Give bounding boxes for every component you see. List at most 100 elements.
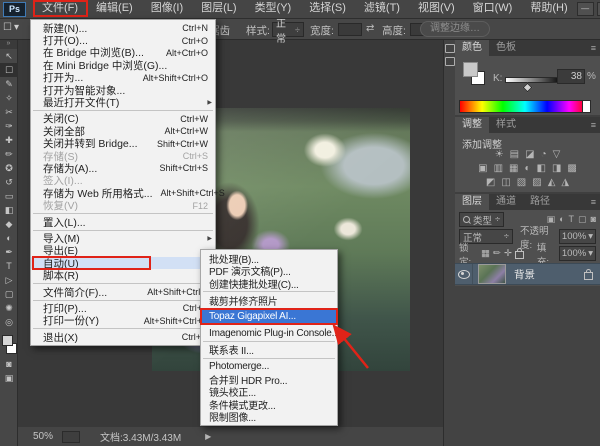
width-input[interactable]: [338, 23, 362, 36]
menu-scripts[interactable]: 脚本(R) ▶: [31, 269, 215, 281]
pen-tool[interactable]: ✒: [0, 245, 18, 259]
tab-adjustments[interactable]: 调整: [455, 117, 489, 133]
blur-tool[interactable]: ◆: [0, 217, 18, 231]
tool-preset-picker[interactable]: ☐ ▾: [3, 22, 19, 33]
adjustment-icon[interactable]: ◮: [561, 177, 569, 188]
menubar-view[interactable]: 视图(V): [409, 0, 464, 18]
menubar-edit[interactable]: 编辑(E): [87, 0, 142, 18]
refine-edge-button[interactable]: 调整边缘…: [420, 21, 490, 37]
menubar-select[interactable]: 选择(S): [300, 0, 355, 18]
menubar-filter[interactable]: 滤镜(T): [355, 0, 409, 18]
brush-tool[interactable]: ✏: [0, 147, 18, 161]
rectangular-marquee-tool[interactable]: ☐: [0, 63, 18, 77]
tab-channels[interactable]: 通道: [489, 194, 523, 210]
adjustment-icon[interactable]: ▤: [510, 149, 519, 160]
type-tool[interactable]: T: [0, 259, 18, 273]
menubar-type[interactable]: 类型(Y): [246, 0, 301, 18]
menubar-image[interactable]: 图像(I): [142, 0, 192, 18]
menu-revert[interactable]: 恢复(V) F12 ▶: [31, 199, 215, 211]
quick-selection-tool[interactable]: ✧: [0, 91, 18, 105]
maximize-button[interactable]: ❐: [597, 2, 600, 16]
toolbar-collapse-icon[interactable]: »: [0, 40, 17, 49]
gradient-tool[interactable]: ◧: [0, 203, 18, 217]
menubar-window[interactable]: 窗口(W): [464, 0, 522, 18]
adjustment-icon[interactable]: ▦: [509, 163, 518, 174]
menu-exit[interactable]: 退出(X) Ctrl+Q ▶: [31, 331, 215, 343]
filter-kind-select[interactable]: 类型 ÷: [459, 212, 504, 227]
tab-swatches[interactable]: 色板: [489, 40, 523, 56]
tab-styles[interactable]: 样式: [489, 117, 523, 133]
adjustment-icon[interactable]: ▽: [553, 149, 561, 160]
fill-field[interactable]: 100% ▾: [559, 246, 596, 261]
spot-healing-brush-tool[interactable]: ✚: [0, 133, 18, 147]
color-spectrum-ramp[interactable]: [459, 100, 591, 113]
clone-stamp-tool[interactable]: ✪: [0, 161, 18, 175]
menubar-layer[interactable]: 图层(L): [192, 0, 245, 18]
opacity-field[interactable]: 100% ▾: [559, 229, 596, 244]
lock-transparency-icon[interactable]: ▦: [481, 248, 490, 259]
panel-menu-icon[interactable]: ≡: [591, 40, 600, 56]
adjustment-icon[interactable]: ◐: [524, 163, 530, 174]
eraser-tool[interactable]: ▭: [0, 189, 18, 203]
path-selection-tool[interactable]: ▷: [0, 273, 18, 287]
layer-thumbnail[interactable]: [478, 264, 506, 284]
menu-imagenomic-plugin-console[interactable]: Imagenomic Plug-in Console... ▶: [201, 327, 337, 340]
menu-open-recent[interactable]: 最近打开文件(T) ▶: [31, 96, 215, 108]
lock-pixels-icon[interactable]: ✏: [493, 248, 501, 259]
menu-crop-and-straighten[interactable]: 裁剪并修齐照片 ▶: [201, 294, 337, 307]
k-slider-thumb[interactable]: [523, 83, 533, 93]
adjustment-icon[interactable]: ▣: [478, 163, 487, 174]
move-tool[interactable]: ↖: [0, 49, 18, 63]
zoom-level-field[interactable]: 50%: [33, 431, 53, 442]
quick-mask-button[interactable]: ◙: [0, 357, 18, 371]
hand-tool[interactable]: ✺: [0, 301, 18, 315]
foreground-color-swatch[interactable]: [463, 62, 478, 77]
screen-mode-button[interactable]: ▣: [0, 371, 18, 385]
status-options-arrow[interactable]: ▶: [205, 432, 211, 441]
adjustment-icon[interactable]: ▥: [494, 163, 503, 174]
rectangle-tool[interactable]: ▢: [0, 287, 18, 301]
menu-file-info[interactable]: 文件简介(F)... Alt+Shift+Ctrl+I ▶: [31, 286, 215, 298]
adjustment-icon[interactable]: ◨: [552, 163, 561, 174]
adjustment-icon[interactable]: ◫: [501, 177, 510, 188]
adjustment-icon[interactable]: ◔: [541, 149, 547, 160]
layer-filter-icon[interactable]: ▢: [578, 214, 587, 225]
tab-color[interactable]: 颜色: [455, 40, 489, 56]
menu-topaz-gigapixel-ai[interactable]: Topaz Gigapixel AI... ▶: [201, 310, 337, 323]
menu-fit-image[interactable]: 限制图像... ▶: [201, 411, 337, 424]
foreground-color-swatch[interactable]: [2, 335, 13, 346]
dodge-tool[interactable]: ◐: [0, 231, 18, 245]
layer-filter-icon[interactable]: T: [569, 214, 575, 225]
menu-place[interactable]: 置入(L)... ▶: [31, 216, 215, 228]
status-scratch-field[interactable]: [62, 431, 80, 443]
menubar-file[interactable]: 文件(F): [33, 0, 87, 18]
adjustment-icon[interactable]: ▧: [517, 177, 526, 188]
zoom-tool[interactable]: ◎: [0, 315, 18, 329]
eyedropper-tool[interactable]: ✑: [0, 119, 18, 133]
collapsed-panel-icon[interactable]: [445, 44, 455, 53]
collapsed-panel-icon[interactable]: [445, 57, 455, 66]
adjustment-icon[interactable]: ◪: [525, 149, 534, 160]
panel-menu-icon[interactable]: ≡: [591, 117, 600, 133]
k-slider[interactable]: [505, 77, 563, 83]
panel-menu-icon[interactable]: ≡: [591, 194, 600, 210]
tab-paths[interactable]: 路径: [523, 194, 557, 210]
adjustment-icon[interactable]: ▩: [567, 163, 576, 174]
adjustment-icon[interactable]: ◩: [486, 177, 495, 188]
minimize-button[interactable]: —: [577, 2, 594, 16]
adjustment-icon[interactable]: ◧: [537, 163, 546, 174]
adjustment-icon[interactable]: ▨: [532, 177, 541, 188]
lock-all-icon[interactable]: [515, 251, 524, 259]
menu-contact-sheet[interactable]: 联系表 II... ▶: [201, 344, 337, 357]
k-value-field[interactable]: 38: [557, 69, 585, 84]
lasso-tool[interactable]: ✎: [0, 77, 18, 91]
menu-print-one-copy[interactable]: 打印一份(Y) Alt+Shift+Ctrl+P ▶: [31, 315, 215, 327]
layer-filter-icon[interactable]: ◙: [591, 214, 596, 225]
tab-layers[interactable]: 图层: [455, 194, 489, 210]
menu-create-droplet[interactable]: 创建快捷批处理(C)... ▶: [201, 277, 337, 290]
style-select[interactable]: 正常 ÷: [272, 22, 304, 37]
swap-width-height-icon[interactable]: ⇄: [366, 23, 374, 34]
adjustment-icon[interactable]: ◭: [548, 177, 556, 188]
lock-position-icon[interactable]: ✛: [504, 248, 512, 259]
history-brush-tool[interactable]: ↺: [0, 175, 18, 189]
